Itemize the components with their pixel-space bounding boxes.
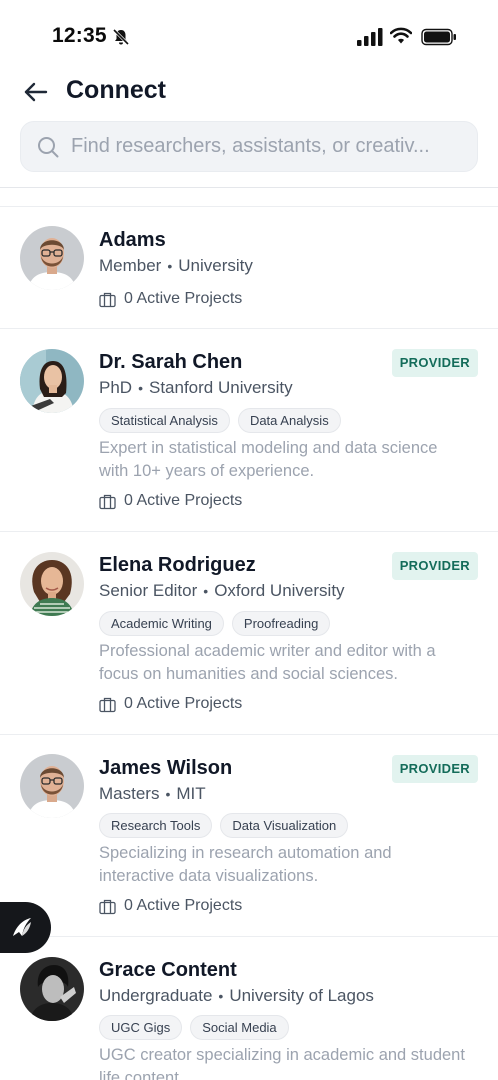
projects-count: 0 Active Projects [124,695,243,712]
skill-tag[interactable]: Research Tools [99,813,213,838]
user-card-sarah-chen[interactable]: Dr. Sarah Chen PROVIDER PhD • Stanford Uni… [0,329,498,532]
divider [0,187,498,188]
page-title: Connect [66,76,166,104]
user-name: Adams [99,229,166,251]
user-card-james-wilson[interactable]: James Wilson PROVIDER Masters • MIT Resear… [0,735,498,937]
separator-dot: • [203,583,209,599]
status-bar: 12:35 [0,0,498,74]
skill-tag[interactable]: Academic Writing [99,611,224,636]
assistant-fab-button[interactable] [0,902,51,953]
avatar [20,552,84,616]
active-projects: 0 Active Projects [99,290,242,308]
skill-tags: Research Tools Data Visualization [99,813,349,838]
battery-icon [421,28,456,46]
user-description: Expert in statistical modeling and data … [99,439,438,480]
skill-tag[interactable]: Data Analysis [237,408,341,433]
separator-dot: • [138,380,143,396]
avatar [20,349,84,413]
projects-count: 0 Active Projects [124,492,243,509]
briefcase-icon [99,494,116,509]
arrow-left-icon[interactable] [22,78,50,106]
projects-count: 0 Active Projects [124,290,243,307]
user-name: Elena Rodriguez [99,554,256,576]
provider-badge: PROVIDER [391,755,478,783]
header: Connect [0,74,498,114]
user-description: Professional academic writer and editor … [99,642,436,683]
skill-tags: UGC Gigs Social Media [99,1015,289,1040]
skill-tag[interactable]: UGC Gigs [99,1015,183,1040]
user-role: Senior Editor [99,581,198,600]
active-projects: 0 Active Projects [99,492,242,510]
search-icon [38,137,59,158]
separator-dot: • [167,258,173,274]
user-institution: University [178,256,253,275]
user-institution: University of Lagos [229,986,374,1005]
user-meta: Member • University [99,256,253,276]
user-name: Grace Content [99,959,237,981]
avatar [20,957,84,1021]
skill-tags: Academic Writing Proofreading [99,611,331,636]
briefcase-icon [99,697,116,712]
search-bar[interactable] [20,121,478,172]
briefcase-icon [99,292,116,307]
user-card-adams[interactable]: Adams Member • University 0 Active Project… [0,207,498,329]
active-projects: 0 Active Projects [99,897,242,915]
separator-dot: • [165,786,171,802]
user-description: UGC creator specializing in academic and… [99,1046,465,1080]
user-institution: Stanford University [148,378,293,397]
skill-tags: Statistical Analysis Data Analysis [99,408,341,433]
wifi-icon [390,27,412,44]
search-input[interactable] [71,122,471,171]
assistant-logo-icon [13,918,31,936]
user-card-grace-content[interactable]: Grace Content Undergraduate • University o… [0,937,498,1080]
avatar [20,226,84,290]
user-meta: Senior Editor • Oxford University [99,581,345,601]
user-role: Member [99,256,162,275]
separator-dot: • [218,988,224,1004]
cellular-signal-icon [357,28,383,46]
user-role: PhD [99,378,133,397]
status-time: 12:35 [52,24,107,47]
skill-tag[interactable]: Social Media [190,1015,289,1040]
skill-tag[interactable]: Statistical Analysis [99,408,230,433]
provider-badge: PROVIDER [391,349,478,377]
user-role: Masters [99,784,160,803]
active-projects: 0 Active Projects [99,695,242,713]
user-card-elena-rodriguez[interactable]: Elena Rodriguez PROVIDER Senior Editor • O… [0,532,498,735]
user-meta: PhD • Stanford University [99,378,293,398]
user-meta: Masters • MIT [99,784,206,804]
user-description: Specializing in research automation and … [99,844,392,885]
user-meta: Undergraduate • University of Lagos [99,986,374,1006]
skill-tag[interactable]: Data Visualization [220,813,349,838]
avatar [20,754,84,818]
user-name: James Wilson [99,757,233,779]
user-institution: MIT [176,784,206,803]
user-name: Dr. Sarah Chen [99,351,243,373]
user-institution: Oxford University [214,581,345,600]
bell-off-icon [112,28,130,46]
briefcase-icon [99,899,116,914]
projects-count: 0 Active Projects [124,897,243,914]
user-role: Undergraduate [99,986,213,1005]
skill-tag[interactable]: Proofreading [231,611,331,636]
provider-badge: PROVIDER [391,552,478,580]
